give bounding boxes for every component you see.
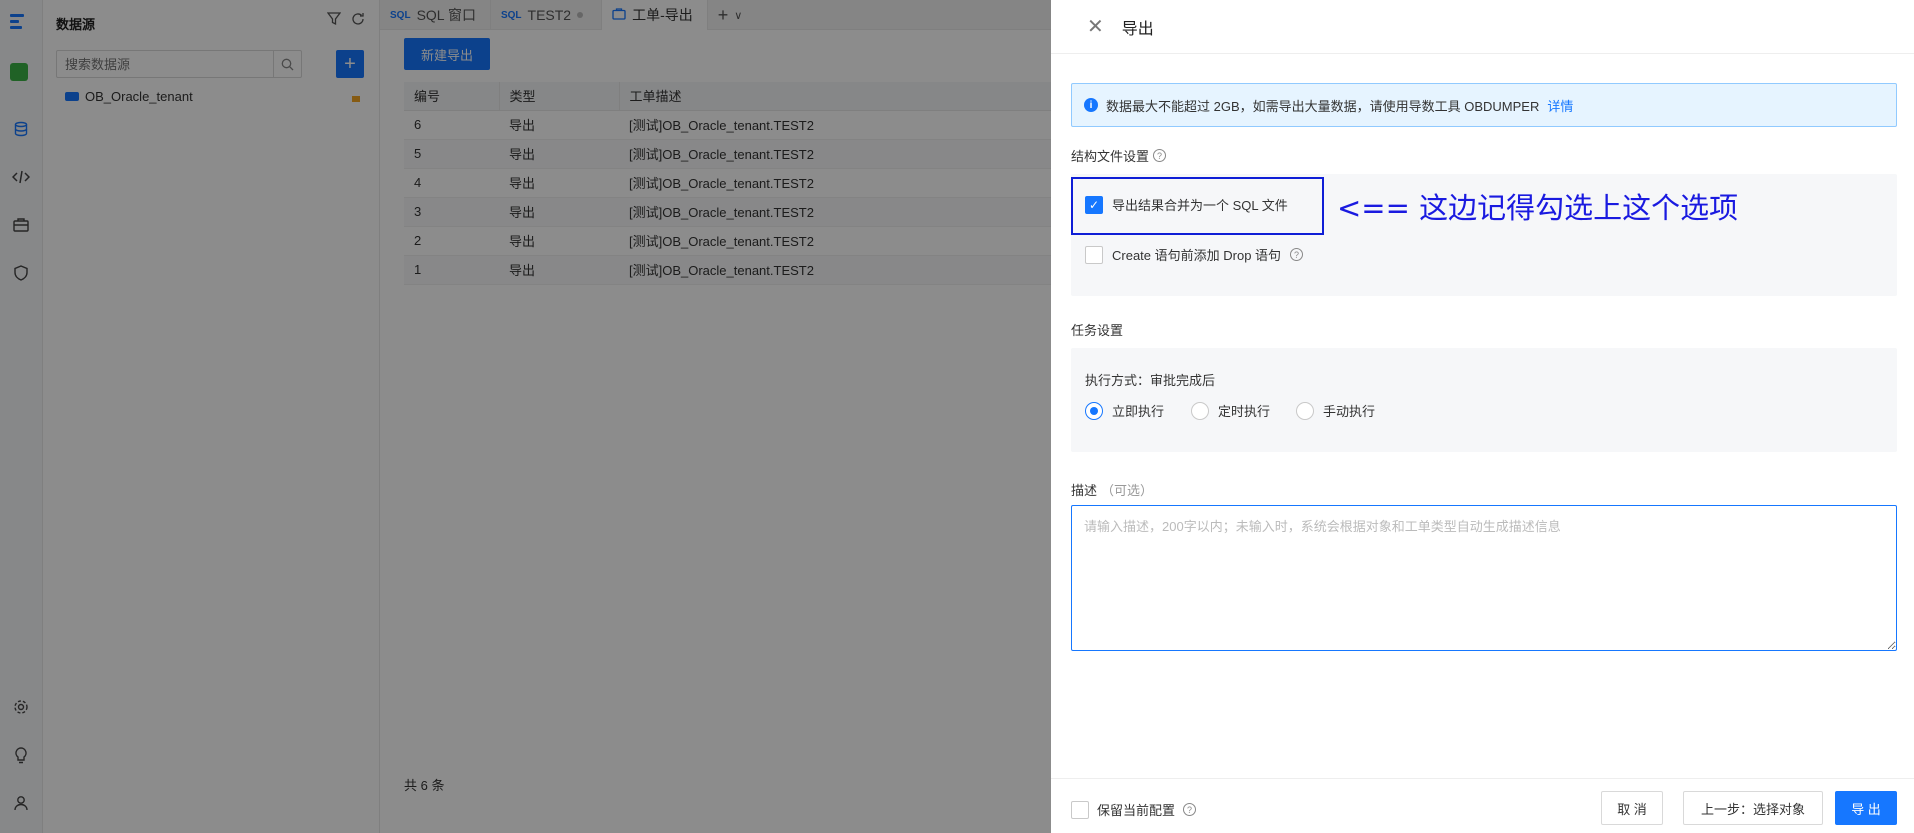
merge-sql-option[interactable]: ✓ 导出结果合并为一个 SQL 文件 — [1071, 177, 1324, 235]
details-link[interactable]: 详情 — [1547, 96, 1573, 115]
keep-config-option[interactable]: 保留当前配置 ? — [1071, 800, 1197, 819]
struct-settings-label: 结构文件设置 ? — [1071, 146, 1167, 165]
drop-statement-label: Create 语句前添加 Drop 语句 — [1112, 248, 1282, 263]
radio-button[interactable] — [1191, 401, 1209, 420]
section-title: 结构文件设置 — [1071, 149, 1150, 164]
keep-config-checkbox[interactable] — [1071, 800, 1089, 819]
radio-scheduled[interactable]: 定时执行 — [1191, 401, 1270, 420]
annotation-text: <== 这边记得勾选上这个选项 — [1337, 191, 1739, 225]
description-textarea[interactable] — [1071, 505, 1897, 651]
radio-manual[interactable]: 手动执行 — [1296, 401, 1375, 420]
export-button[interactable]: 导 出 — [1835, 791, 1897, 825]
info-icon: i — [1084, 98, 1098, 112]
alert-text: 数据最大不能超过 2GB，如需导出大量数据，请使用导数工具 OBDUMPER — [1106, 98, 1540, 114]
help-icon[interactable]: ? — [1153, 149, 1167, 162]
radio-label: 手动执行 — [1323, 404, 1376, 419]
radio-immediate[interactable]: 立即执行 — [1085, 401, 1164, 420]
exec-mode-label: 执行方式：审批完成后 — [1085, 373, 1216, 388]
help-icon[interactable]: ? — [1183, 803, 1197, 816]
info-alert: i 数据最大不能超过 2GB，如需导出大量数据，请使用导数工具 OBDUMPER… — [1071, 83, 1897, 127]
keep-config-label: 保留当前配置 — [1097, 803, 1176, 818]
drawer-title: 导出 — [1121, 20, 1154, 38]
drop-statement-option[interactable]: Create 语句前添加 Drop 语句 ? — [1085, 245, 1304, 264]
radio-label: 定时执行 — [1218, 404, 1271, 419]
highlight-box — [1071, 177, 1324, 235]
help-icon[interactable]: ? — [1290, 248, 1304, 261]
radio-label: 立即执行 — [1112, 404, 1165, 419]
previous-step-button[interactable]: 上一步：选择对象 — [1683, 791, 1823, 825]
description-title: 描述 — [1071, 483, 1098, 498]
cancel-button[interactable]: 取 消 — [1601, 791, 1663, 825]
radio-button[interactable] — [1085, 401, 1103, 420]
optional-hint: （可选） — [1101, 483, 1154, 498]
task-settings-label: 任务设置 — [1071, 323, 1124, 338]
radio-button[interactable] — [1296, 401, 1314, 420]
drawer-header: ✕ 导出 — [1051, 0, 1914, 54]
task-settings-box: 执行方式：审批完成后 立即执行 定时执行 手动执行 — [1071, 348, 1897, 452]
close-icon[interactable]: ✕ — [1087, 17, 1104, 37]
description-label: 描述 （可选） — [1071, 480, 1153, 499]
drawer-footer: 保留当前配置 ? 取 消 上一步：选择对象 导 出 — [1051, 778, 1914, 833]
drop-statement-checkbox[interactable] — [1085, 245, 1103, 264]
export-drawer: ✕ 导出 i 数据最大不能超过 2GB，如需导出大量数据，请使用导数工具 OBD… — [1051, 0, 1914, 833]
